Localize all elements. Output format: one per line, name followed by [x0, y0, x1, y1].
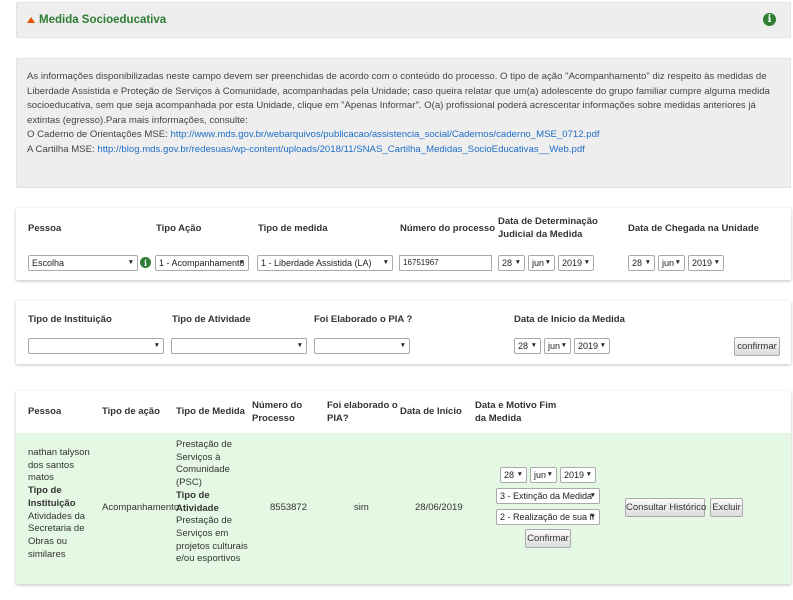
- cartilha-line: A Cartilha MSE: http://blog.mds.gov.br/r…: [27, 143, 778, 158]
- medida-form: Pessoa Tipo Ação Tipo de medida Número d…: [16, 208, 791, 280]
- tipo-instituicao-select[interactable]: [28, 338, 164, 354]
- tipo-acao-select[interactable]: 1 - Acompanhamento: [155, 255, 249, 271]
- motivo-detalhe-select[interactable]: 2 - Realização de sua fi: [496, 509, 600, 525]
- determinacao-month-select[interactable]: jun: [528, 255, 555, 271]
- caderno-label: O Caderno de Orientações MSE:: [27, 129, 171, 141]
- info-icon[interactable]: i: [763, 13, 776, 26]
- cell-pia: sim: [354, 502, 369, 513]
- pessoa-nome: nathan talyson dos santos matos: [28, 447, 90, 484]
- tipo-medida-select[interactable]: 1 - Liberdade Assistida (LA): [257, 255, 393, 271]
- confirmar-fim-button[interactable]: Confirmar: [525, 529, 571, 548]
- tipo-atividade-label: Tipo de Atividade: [176, 489, 219, 514]
- info-text: As informações disponibilizadas neste ca…: [27, 71, 770, 126]
- chegada-year-select[interactable]: 2019: [688, 255, 724, 271]
- info-panel: As informações disponibilizadas neste ca…: [16, 58, 791, 188]
- cartilha-label: A Cartilha MSE:: [27, 143, 98, 155]
- label-tipo-acao: Tipo Ação: [156, 223, 202, 234]
- pia-select[interactable]: [314, 338, 410, 354]
- cell-tipo-medida: Prestação de Serviços à Comunidade (PSC)…: [176, 439, 250, 566]
- tipo-instituicao-value: Atividades da Secretaria de Obras ou sim…: [28, 510, 86, 560]
- tipo-instituicao-label: Tipo de Instituição: [28, 485, 76, 509]
- cartilha-link[interactable]: http://blog.mds.gov.br/redesuas/wp-conte…: [97, 144, 584, 155]
- tipo-atividade-value: Prestação de Serviços em projetos cultur…: [176, 515, 248, 565]
- confirmar-button[interactable]: confirmar: [734, 337, 780, 356]
- caderno-line: O Caderno de Orientações MSE: http://www…: [27, 128, 778, 143]
- th-tipo-medida: Tipo de Medida: [176, 406, 245, 417]
- section-title-text: Medida Socioeducativa: [39, 14, 167, 26]
- inicio-year-select[interactable]: 2019: [574, 338, 610, 354]
- cell-numero-processo: 8553872: [270, 502, 307, 513]
- chegada-month-select[interactable]: jun: [658, 255, 685, 271]
- pessoa-select[interactable]: Escolha: [28, 255, 138, 271]
- label-tipo-medida: Tipo de medida: [258, 223, 328, 234]
- cell-pessoa: nathan talyson dos santos matos Tipo de …: [28, 447, 98, 561]
- section-header[interactable]: Medida Socioeducativa i: [16, 2, 791, 38]
- th-pessoa: Pessoa: [28, 406, 62, 417]
- label-data-determinacao: Data de Determinação Judicial da Medida: [498, 216, 598, 240]
- label-numero-processo: Número do processo: [400, 223, 496, 234]
- th-numero-processo: Número do Processo: [252, 400, 303, 424]
- section-title[interactable]: Medida Socioeducativa: [27, 14, 166, 26]
- chegada-day-select[interactable]: 28: [628, 255, 655, 271]
- consultar-historico-button[interactable]: Consultar Histórico: [625, 498, 706, 517]
- label-tipo-atividade: Tipo de Atividade: [172, 314, 251, 325]
- inicio-month-select[interactable]: jun: [544, 338, 571, 354]
- inicio-day-select[interactable]: 28: [514, 338, 541, 354]
- th-data-inicio: Data de Início: [400, 406, 462, 417]
- label-pessoa: Pessoa: [28, 223, 62, 234]
- cell-data-inicio: 28/06/2019: [415, 502, 463, 513]
- instituicao-form: Tipo de Instituição Tipo de Atividade Fo…: [16, 301, 791, 364]
- medidas-table: Pessoa Tipo de ação Tipo de Medida Númer…: [16, 391, 791, 584]
- numero-processo-input[interactable]: 16751967: [399, 255, 492, 271]
- determinacao-year-select[interactable]: 2019: [558, 255, 594, 271]
- cell-tipo-acao: Acompanhamento: [102, 502, 180, 513]
- th-data-motivo: Data e Motivo Fim da Medida: [475, 400, 557, 424]
- tipo-atividade-select[interactable]: [171, 338, 307, 354]
- tipo-medida-value: Prestação de Serviços à Comunidade (PSC): [176, 439, 232, 489]
- table-row: nathan talyson dos santos matos Tipo de …: [16, 433, 791, 584]
- fim-year-select[interactable]: 2019: [560, 467, 596, 483]
- th-tipo-acao: Tipo de ação: [102, 406, 160, 417]
- pessoa-info-icon[interactable]: i: [140, 257, 151, 268]
- caderno-link[interactable]: http://www.mds.gov.br/webarquivos/public…: [170, 129, 599, 140]
- excluir-button[interactable]: Excluir: [710, 498, 743, 517]
- label-data-chegada: Data de Chegada na Unidade: [628, 223, 759, 234]
- label-data-inicio: Data de Inicio da Medida: [514, 314, 625, 325]
- determinacao-day-select[interactable]: 28: [498, 255, 525, 271]
- fim-day-select[interactable]: 28: [500, 467, 527, 483]
- label-pia: Foi Elaborado o PIA ?: [314, 314, 413, 325]
- motivo-select[interactable]: 3 - Extinção da Medida: [496, 488, 600, 504]
- caret-up-icon: [27, 16, 35, 23]
- th-pia: Foi elaborado o PIA?: [327, 400, 398, 424]
- fim-month-select[interactable]: jun: [530, 467, 557, 483]
- label-tipo-instituicao: Tipo de Instituição: [28, 314, 112, 325]
